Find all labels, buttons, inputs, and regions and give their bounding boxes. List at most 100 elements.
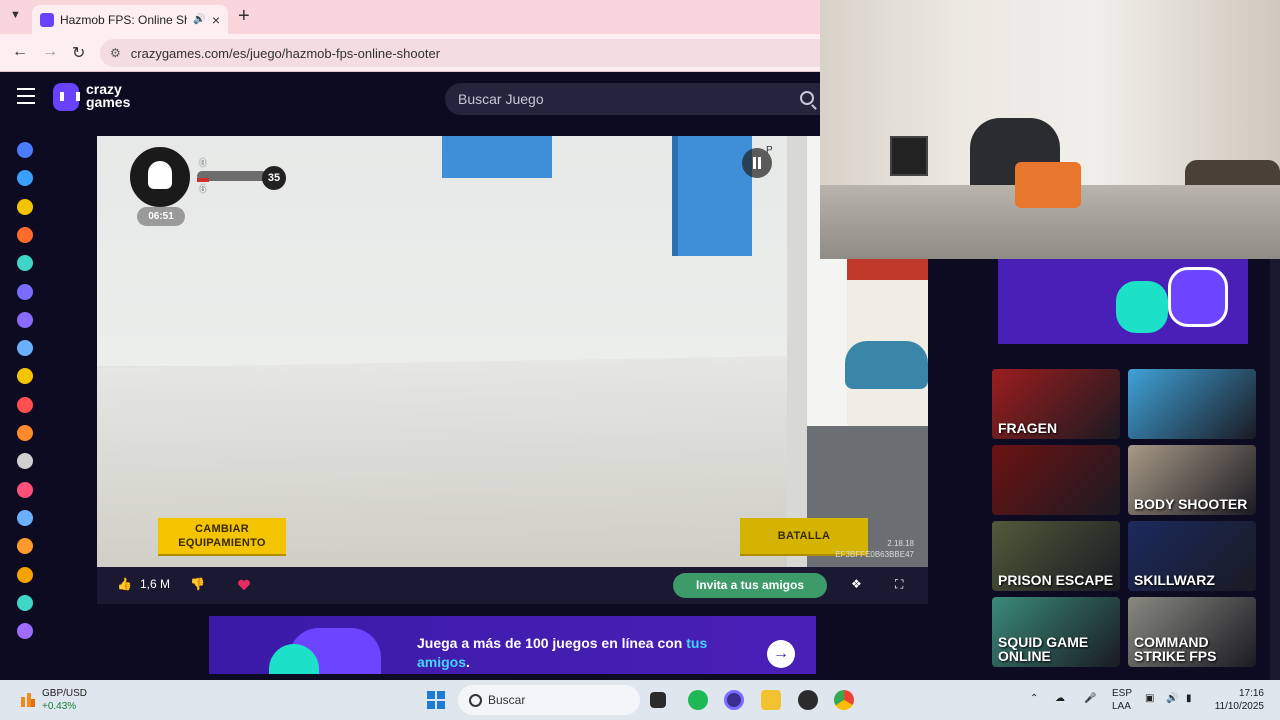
speaker-icon[interactable]: 🔊 xyxy=(193,14,205,25)
invite-friends-button[interactable]: Invita a tus amigos xyxy=(673,573,827,598)
banner-text: Juega a más de 100 juegos en línea con t… xyxy=(417,634,707,672)
tab-title: Hazmob FPS: Online Shooter xyxy=(60,12,187,27)
stock-name: GBP/USD xyxy=(42,688,88,699)
reload-icon[interactable]: ↻ xyxy=(72,43,85,63)
pause-key-hint: P xyxy=(766,145,773,156)
site-header: crazy games Buscar Juego xyxy=(0,72,820,124)
url-field[interactable]: ⚙ crazygames.com/es/juego/hazmob-fps-onl… xyxy=(100,39,820,67)
shooting-icon[interactable] xyxy=(17,538,33,555)
soccer-icon[interactable] xyxy=(17,594,33,611)
change-equipment-button[interactable]: CAMBIAR EQUIPAMIENTO xyxy=(158,518,286,554)
tab-search-chevron-down-icon[interactable]: ▼ xyxy=(10,9,21,21)
updated-icon[interactable] xyxy=(17,255,33,272)
game-thumbnail-title: BODY SHOOTER xyxy=(1134,496,1248,512)
clock-date: 11/10/2025 xyxy=(1214,701,1264,712)
new-icon[interactable] xyxy=(17,198,33,215)
action-icon[interactable] xyxy=(17,368,33,385)
task-view-icon[interactable] xyxy=(650,692,666,708)
game-thumbnail[interactable]: FRAGEN xyxy=(992,369,1120,439)
deaths-count: 6 xyxy=(200,184,206,195)
basketball-icon[interactable] xyxy=(17,425,33,441)
recent-icon[interactable] xyxy=(17,170,33,187)
stock-widget[interactable]: GBP/USD +0.43% xyxy=(42,687,87,713)
originals-icon[interactable] xyxy=(17,283,33,300)
microphone-icon[interactable]: 🎤 xyxy=(1084,693,1096,704)
page-scrollbar[interactable] xyxy=(1270,259,1280,680)
category-rail xyxy=(0,124,50,680)
clicker-icon[interactable] xyxy=(17,509,33,526)
controller-icon[interactable] xyxy=(17,623,33,640)
game-thumbnail-title: COMMAND STRIKE FPS xyxy=(1134,634,1217,664)
search-input[interactable]: Buscar Juego xyxy=(445,83,820,115)
version-number: 2.18.18 xyxy=(887,539,914,548)
game-thumbnail-title: SKILLWARZ xyxy=(1134,572,1215,588)
orange-object xyxy=(1015,162,1081,208)
back-arrow-icon[interactable]: ← xyxy=(12,43,28,61)
banner-text-highlight: tus xyxy=(686,635,708,651)
game-thumbnail[interactable]: BODY SHOOTER xyxy=(1128,445,1256,515)
blue-shutter-right xyxy=(672,136,752,256)
new-tab-button[interactable]: + xyxy=(238,5,250,28)
close-tab-icon[interactable]: × xyxy=(212,12,220,28)
theater-mode-icon[interactable]: ❖ xyxy=(851,577,862,591)
language-indicator[interactable]: ESP LAA xyxy=(1112,687,1132,713)
lang-line-1: ESP xyxy=(1112,688,1133,699)
game-thumbnail[interactable]: SKILLWARZ xyxy=(1128,521,1256,591)
invite-label: Invita a tus amigos xyxy=(695,578,805,592)
taskbar-search[interactable]: Buscar xyxy=(458,685,640,715)
purple-mascot-icon xyxy=(1168,267,1228,327)
app-circle-icon[interactable] xyxy=(724,690,744,710)
search-icon[interactable] xyxy=(800,91,814,105)
volume-icon[interactable]: 🔊 xyxy=(1166,693,1178,704)
two-player-icon[interactable] xyxy=(17,340,33,357)
build-id: EF3BFFE0B63BBE47 xyxy=(835,550,914,559)
windows-start-icon[interactable] xyxy=(427,691,445,709)
game-action-bar: 👍 1,6 M 👎 Invita a tus amigos ❖ ⛶ xyxy=(97,567,928,604)
onedrive-cloud-icon[interactable]: ☁ xyxy=(1055,693,1065,704)
file-explorer-icon[interactable] xyxy=(761,690,781,710)
spotify-icon[interactable] xyxy=(688,690,708,710)
tablet-device xyxy=(890,136,928,176)
thumbs-up-icon[interactable]: 👍 xyxy=(117,577,132,591)
banner-text-line2: amigos xyxy=(417,654,467,670)
adventure-icon[interactable] xyxy=(17,396,33,413)
crazygames-logo-icon[interactable] xyxy=(53,83,80,111)
parked-car xyxy=(845,341,928,389)
game-thumbnail[interactable]: SQUID GAME ONLINE xyxy=(992,597,1120,667)
car-icon[interactable] xyxy=(17,566,33,583)
steam-icon[interactable] xyxy=(798,690,818,710)
thumbs-down-icon[interactable]: 👎 xyxy=(190,577,205,591)
site-info-icon[interactable]: ⚙ xyxy=(110,46,121,60)
chrome-icon[interactable] xyxy=(834,690,854,710)
trending-icon[interactable] xyxy=(17,226,33,243)
game-thumbnail[interactable] xyxy=(992,445,1120,515)
like-count: 1,6 M xyxy=(140,577,171,591)
fullscreen-icon[interactable]: ⛶ xyxy=(895,577,903,592)
browser-tab[interactable]: Hazmob FPS: Online Shooter 🔊 × xyxy=(32,5,228,34)
billiards-icon[interactable] xyxy=(17,453,33,470)
favorite-heart-icon[interactable] xyxy=(237,578,251,592)
multiplayer-icon[interactable] xyxy=(17,311,33,328)
game-thumbnail[interactable]: PRISON ESCAPE xyxy=(992,521,1120,591)
chevron-up-icon[interactable]: ⌃ xyxy=(1030,693,1038,704)
site-logo-text[interactable]: crazy games xyxy=(86,82,130,109)
home-icon[interactable] xyxy=(17,142,33,158)
system-clock[interactable]: 17:16 11/10/2025 xyxy=(1204,687,1264,713)
wall-edge xyxy=(787,136,807,567)
team-emblem-skull-icon xyxy=(127,144,193,210)
forward-arrow-icon[interactable]: → xyxy=(42,43,58,61)
blue-shutter-left xyxy=(442,136,552,178)
arrow-right-icon[interactable]: → xyxy=(767,640,795,668)
menu-hamburger-icon[interactable] xyxy=(17,88,35,104)
battery-icon[interactable]: ▮ xyxy=(1186,693,1192,704)
friends-promo-banner[interactable]: Juega a más de 100 juegos en línea con t… xyxy=(209,616,816,674)
target-score: 35 xyxy=(262,166,286,190)
game-thumbnail[interactable]: COMMAND STRIKE FPS xyxy=(1128,597,1256,667)
windows-taskbar: GBP/USD +0.43% Buscar ⌃ ☁ 🎤 ESP LAA ▣ 🔊 … xyxy=(0,680,1280,720)
display-icon[interactable]: ▣ xyxy=(1145,693,1154,704)
game-thumbnail[interactable] xyxy=(1128,369,1256,439)
sidebar-promo[interactable] xyxy=(998,259,1248,344)
game-canvas[interactable]: 06:51 0 6 35 P CAMBIAR EQUIPAMIENTO BATA… xyxy=(97,136,928,567)
card-icon[interactable] xyxy=(17,481,33,498)
stock-widget-icon[interactable] xyxy=(20,689,36,709)
